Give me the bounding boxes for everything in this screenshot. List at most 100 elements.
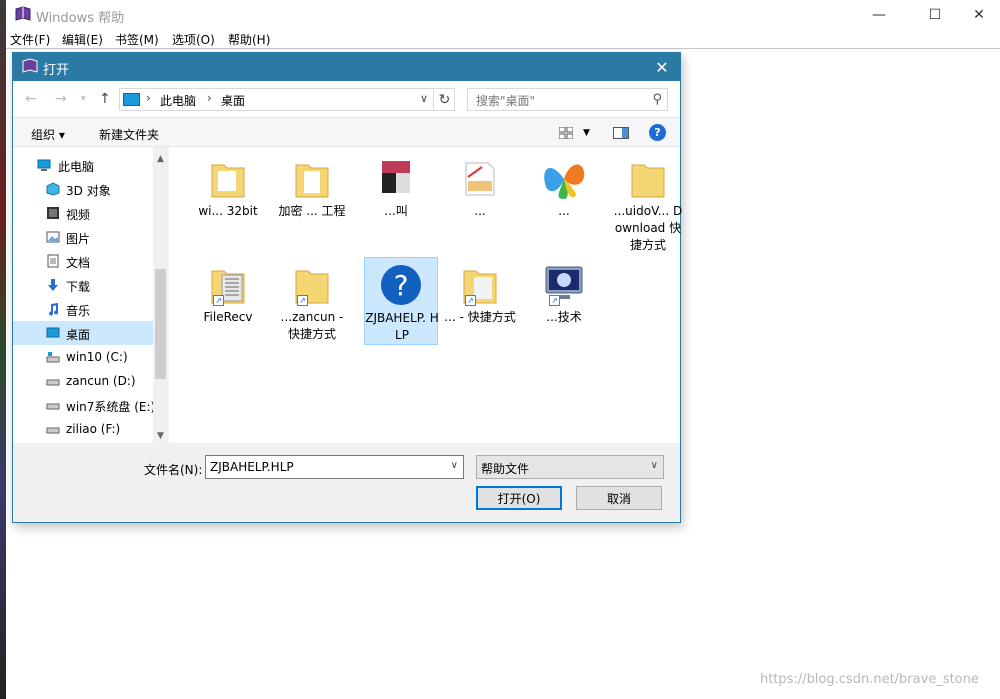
cancel-button[interactable]: 取消 xyxy=(576,486,662,510)
tree-item-label: zancun (D:) xyxy=(66,374,136,388)
tree-item-this-pc[interactable]: 此电脑 xyxy=(13,153,153,177)
chevron-right-icon: › xyxy=(207,91,212,105)
scrollbar-thumb[interactable] xyxy=(155,269,166,379)
file-name: ... xyxy=(474,204,486,218)
filetype-value: 帮助文件 xyxy=(481,462,530,476)
tree-item-drive-f[interactable]: ziliao (F:) xyxy=(13,417,153,441)
forward-arrow-icon[interactable]: → xyxy=(55,91,67,107)
video-icon xyxy=(47,207,59,219)
address-bar[interactable]: › 此电脑 › 桌面 ∨ xyxy=(119,88,455,111)
file-item[interactable]: ↗ ...zancun - 快捷方式 xyxy=(275,257,349,345)
main-window-title: Windows 帮助 xyxy=(36,11,125,26)
help-book-icon xyxy=(15,6,31,21)
tree-item-drive-e[interactable]: win7系统盘 (E:) xyxy=(13,393,156,417)
shortcut-arrow-icon: ↗ xyxy=(213,295,224,306)
cube-icon xyxy=(46,182,60,196)
filename-label: 文件名(N): xyxy=(144,463,203,477)
file-item[interactable]: ↗ ...技术 xyxy=(527,257,601,345)
file-item[interactable]: ...uidoV... Download 快捷方式 xyxy=(611,151,685,252)
tree-item-videos[interactable]: 视频 xyxy=(13,201,153,225)
menu-help[interactable]: 帮助(H) xyxy=(228,31,270,48)
file-item-selected[interactable]: ? ZJBAHELP. HLP xyxy=(364,257,439,345)
tree-item-label: win7系统盘 (E:) xyxy=(66,400,156,414)
msn-butterfly-icon xyxy=(544,164,585,199)
file-name: ...技术 xyxy=(546,310,582,324)
svg-text:?: ? xyxy=(394,269,409,302)
file-item[interactable]: ↗ FileRecv xyxy=(191,257,265,345)
recent-chevron-icon[interactable]: ▾ xyxy=(81,94,86,104)
music-icon xyxy=(49,303,59,316)
drive-icon xyxy=(46,403,60,410)
desktop-background-strip xyxy=(0,0,6,699)
menu-file[interactable]: 文件(F) xyxy=(10,31,50,48)
dialog-close-button[interactable]: ✕ xyxy=(644,53,680,81)
preview-pane-icon[interactable] xyxy=(613,127,629,139)
organize-button[interactable]: 组织 ▾ xyxy=(31,126,65,143)
filename-input[interactable]: ZJBAHELP.HLP ∨ xyxy=(205,455,464,479)
file-name: ...zancun - 快捷方式 xyxy=(280,310,344,341)
chevron-down-icon: ∨ xyxy=(650,460,658,471)
tree-item-documents[interactable]: 文档 xyxy=(13,249,153,273)
file-item[interactable]: wi... 32bit xyxy=(191,151,265,239)
open-button[interactable]: 打开(O) xyxy=(476,486,562,510)
back-arrow-icon[interactable]: ← xyxy=(25,91,37,107)
picture-icon xyxy=(46,231,60,243)
search-placeholder: 搜索"桌面" xyxy=(476,94,536,108)
file-item[interactable]: ... xyxy=(527,151,601,239)
scroll-down-arrow-icon[interactable]: ▼ xyxy=(153,428,168,443)
open-file-dialog: 打开 ✕ ← → ▾ ↑ › 此电脑 › 桌面 ∨ ↻ 搜索"桌面" ⚲ 组织 … xyxy=(12,52,682,523)
tree-item-downloads[interactable]: 下载 xyxy=(13,273,153,297)
file-item[interactable]: 加密 ... 工程 xyxy=(275,151,349,239)
menu-edit[interactable]: 编辑(E) xyxy=(62,31,103,48)
navigation-tree: 此电脑 3D 对象 视频 图片 文档 下载 音乐 桌面 win10 (C:) z… xyxy=(13,147,168,443)
tree-item-label: ziliao (F:) xyxy=(66,422,121,436)
file-item[interactable]: ... xyxy=(443,151,517,239)
shortcut-arrow-icon: ↗ xyxy=(465,295,476,306)
maximize-button[interactable]: ☐ xyxy=(912,0,958,30)
tree-item-drive-d[interactable]: zancun (D:) xyxy=(13,369,153,393)
view-options-chevron-icon[interactable]: ▼ xyxy=(583,128,590,138)
file-item[interactable]: ↗ ... - 快捷方式 xyxy=(443,257,517,345)
chevron-down-icon[interactable]: ∨ xyxy=(420,92,428,105)
screen: Windows 帮助 — ☐ ✕ 文件(F) 编辑(E) 书签(M) 选项(O)… xyxy=(0,0,1000,699)
tree-item-label: 文档 xyxy=(66,256,91,270)
refresh-icon[interactable]: ↻ xyxy=(433,88,455,111)
tree-item-pictures[interactable]: 图片 xyxy=(13,225,153,249)
windows-drive-icon xyxy=(46,352,60,363)
tree-item-label: 桌面 xyxy=(66,328,91,342)
folder-icon xyxy=(211,164,245,198)
scroll-up-arrow-icon[interactable]: ▲ xyxy=(153,151,168,166)
search-input[interactable]: 搜索"桌面" ⚲ xyxy=(467,88,668,111)
new-folder-button[interactable]: 新建文件夹 xyxy=(99,126,159,143)
file-name: ... - 快捷方式 xyxy=(444,310,516,324)
dialog-toolbar: 组织 ▾ 新建文件夹 ▼ ? xyxy=(13,117,680,147)
tree-item-label: win10 (C:) xyxy=(66,350,128,364)
tree-item-music[interactable]: 音乐 xyxy=(13,297,153,321)
view-grid-icon[interactable] xyxy=(559,127,573,139)
folder-icon xyxy=(295,164,329,198)
tree-scrollbar[interactable]: ▲ ▼ xyxy=(153,147,168,443)
breadcrumb-this-pc[interactable]: 此电脑 xyxy=(160,92,196,109)
watermark-text: https://blog.csdn.net/brave_stone xyxy=(760,672,979,687)
tree-item-label: 3D 对象 xyxy=(66,184,111,198)
filetype-select[interactable]: 帮助文件 ∨ xyxy=(476,455,664,479)
file-item[interactable]: ...叫 xyxy=(359,151,433,239)
tree-item-desktop[interactable]: 桌面 xyxy=(13,321,153,345)
menu-options[interactable]: 选项(O) xyxy=(172,31,215,48)
help-icon[interactable]: ? xyxy=(649,124,666,141)
tree-item-drive-c[interactable]: win10 (C:) xyxy=(13,345,153,369)
tree-item-label: 此电脑 xyxy=(58,160,95,174)
tree-item-label: 下载 xyxy=(66,280,91,294)
menu-bookmark[interactable]: 书签(M) xyxy=(115,31,159,48)
tree-item-label: 视频 xyxy=(66,208,91,222)
breadcrumb-desktop[interactable]: 桌面 xyxy=(221,92,245,109)
file-name: ...叫 xyxy=(384,204,408,218)
file-name: wi... 32bit xyxy=(198,204,258,218)
close-button[interactable]: ✕ xyxy=(956,0,1000,30)
main-title-bar: Windows 帮助 — ☐ ✕ xyxy=(6,0,1000,30)
file-name: ... xyxy=(558,204,570,218)
up-arrow-icon[interactable]: ↑ xyxy=(99,91,111,107)
chevron-down-icon[interactable]: ∨ xyxy=(451,460,458,471)
minimize-button[interactable]: — xyxy=(856,0,902,30)
tree-item-3d-objects[interactable]: 3D 对象 xyxy=(13,177,153,201)
